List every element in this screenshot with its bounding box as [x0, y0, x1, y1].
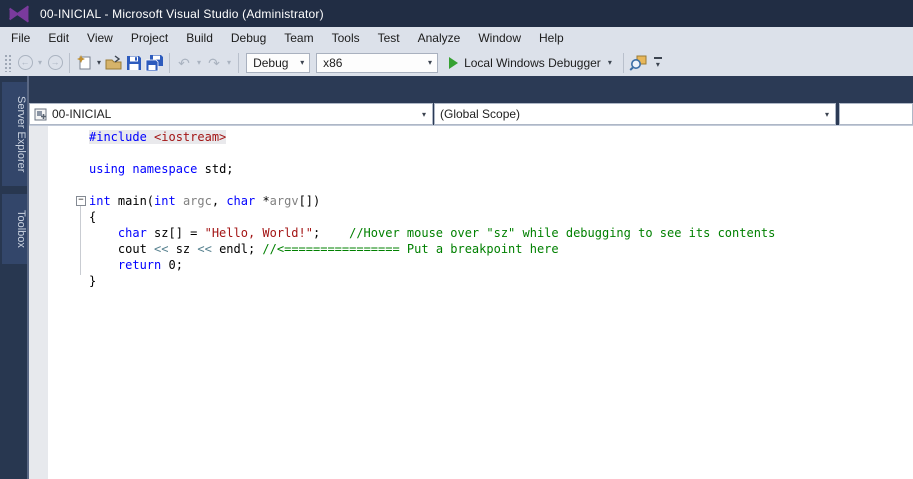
redo-dropdown[interactable]: ▾ [224, 58, 234, 67]
menu-item-tools[interactable]: Tools [323, 28, 369, 48]
chevron-down-icon: ▾ [655, 59, 660, 69]
type-scope-dropdown[interactable]: (Global Scope) ▾ [434, 103, 836, 125]
code-area[interactable]: #include <iostream> using namespace std; −… [29, 126, 913, 479]
code-line[interactable]: cout << sz << endl; //<================ … [29, 241, 913, 257]
toolbar-drag-handle[interactable] [4, 53, 11, 72]
code-line[interactable]: − int main(int argc, char *argv[]) [29, 193, 913, 209]
menu-item-project[interactable]: Project [122, 28, 177, 48]
navigate-forward-button[interactable]: → [45, 52, 65, 74]
code-line[interactable] [29, 177, 913, 193]
find-in-files-button[interactable] [628, 52, 648, 74]
code-line[interactable] [29, 145, 913, 161]
new-project-icon [76, 55, 91, 70]
code-line[interactable]: char sz[] = "Hello, World!"; //Hover mou… [29, 225, 913, 241]
code-line[interactable]: { [29, 209, 913, 225]
code-editor[interactable]: #include <iostream> using namespace std; −… [29, 125, 913, 479]
play-icon [449, 56, 459, 69]
cpp-project-icon [34, 108, 47, 120]
overflow-bar-icon [653, 56, 662, 59]
code-line-text: } [89, 274, 97, 288]
code-line-text: using namespace std; [89, 162, 234, 176]
navigate-back-dropdown[interactable]: ▾ [35, 58, 45, 67]
menu-item-window[interactable]: Window [469, 28, 530, 48]
toolbar-separator [238, 52, 240, 73]
menu-item-view[interactable]: View [78, 28, 122, 48]
undo-icon: ↶ [178, 54, 190, 71]
navigate-forward-icon: → [47, 55, 63, 70]
find-in-files-icon [629, 55, 647, 71]
chevron-down-icon: ▾ [428, 58, 433, 67]
code-line-text: char sz[] = "Hello, World!"; //Hover mou… [117, 226, 776, 240]
save-all-icon [145, 54, 164, 71]
standard-toolbar: ← ▾ → ▾ ↶ ▾ ↷ ▾ Debug ▾ x86 ▾ Local Wind… [0, 49, 913, 76]
undo-button[interactable]: ↶ [174, 52, 194, 74]
navigate-back-button[interactable]: ← [15, 52, 35, 74]
toolbar-overflow-button[interactable]: ▾ [650, 52, 666, 74]
sidebar-tab-server-explorer[interactable]: Server Explorer [2, 82, 27, 186]
sidebar-tab-toolbox[interactable]: Toolbox [2, 194, 27, 264]
save-all-button[interactable] [144, 52, 165, 74]
member-scope-dropdown[interactable] [839, 103, 913, 125]
start-debugging-dropdown[interactable]: ▾ [605, 58, 615, 67]
code-line-text: #include <iostream> [89, 130, 227, 144]
chevron-down-icon: ▾ [421, 109, 426, 119]
left-tool-strip: Server Explorer Toolbox [0, 76, 29, 479]
main-region: Server Explorer Toolbox 00-INICIAL ▾ (Gl… [0, 76, 913, 479]
menu-item-file[interactable]: File [2, 28, 39, 48]
solution-configuration-dropdown[interactable]: Debug ▾ [246, 52, 311, 73]
menu-item-edit[interactable]: Edit [39, 28, 78, 48]
save-button[interactable] [124, 52, 144, 74]
menu-item-build[interactable]: Build [177, 28, 222, 48]
navigate-back-icon: ← [17, 55, 33, 70]
code-line[interactable]: } [29, 273, 913, 289]
toolbar-separator [622, 52, 624, 73]
toolbar-separator [169, 52, 171, 73]
code-line[interactable]: using namespace std; [29, 161, 913, 177]
new-project-button[interactable] [74, 52, 94, 74]
redo-icon: ↷ [208, 54, 220, 71]
visual-studio-logo-icon [8, 5, 30, 22]
code-line-text: int main(int argc, char *argv[]) [89, 194, 321, 208]
window-title: 00-INICIAL - Microsoft Visual Studio (Ad… [40, 6, 324, 21]
code-line-text: { [89, 210, 97, 224]
start-debugging-label: Local Windows Debugger [464, 55, 601, 70]
code-line-text: cout << sz << endl; //<================ … [89, 242, 559, 256]
chevron-down-icon: ▾ [300, 58, 305, 67]
toolbar-separator [69, 52, 71, 73]
solution-platform-dropdown[interactable]: x86 ▾ [316, 52, 439, 73]
code-line-text: return 0; [117, 258, 183, 272]
code-line[interactable]: #include <iostream> [29, 129, 913, 145]
editor-navigation-bar: 00-INICIAL ▾ (Global Scope) ▾ [29, 103, 913, 125]
type-scope-value: (Global Scope) [440, 107, 521, 121]
menu-bar: File Edit View Project Build Debug Team … [0, 27, 913, 49]
solution-platform-value: x86 [323, 55, 343, 70]
menu-item-test[interactable]: Test [369, 28, 409, 48]
menu-item-help[interactable]: Help [530, 28, 573, 48]
redo-button[interactable]: ↷ [204, 52, 224, 74]
new-project-dropdown[interactable]: ▾ [94, 58, 104, 67]
open-file-icon [105, 54, 122, 69]
start-debugging-button[interactable]: Local Windows Debugger ▾ [445, 52, 619, 74]
project-scope-dropdown[interactable]: 00-INICIAL ▾ [29, 103, 433, 125]
collapse-toggle-icon[interactable]: − [76, 196, 86, 206]
save-icon [127, 55, 142, 70]
title-bar: 00-INICIAL - Microsoft Visual Studio (Ad… [0, 0, 913, 27]
menu-item-debug[interactable]: Debug [222, 28, 275, 48]
project-scope-value: 00-INICIAL [52, 107, 112, 121]
undo-dropdown[interactable]: ▾ [194, 58, 204, 67]
menu-item-team[interactable]: Team [275, 28, 322, 48]
solution-configuration-value: Debug [253, 55, 289, 70]
chevron-down-icon: ▾ [824, 109, 829, 119]
code-line[interactable]: return 0; [29, 257, 913, 273]
menu-item-analyze[interactable]: Analyze [409, 28, 470, 48]
open-file-button[interactable] [104, 52, 124, 74]
